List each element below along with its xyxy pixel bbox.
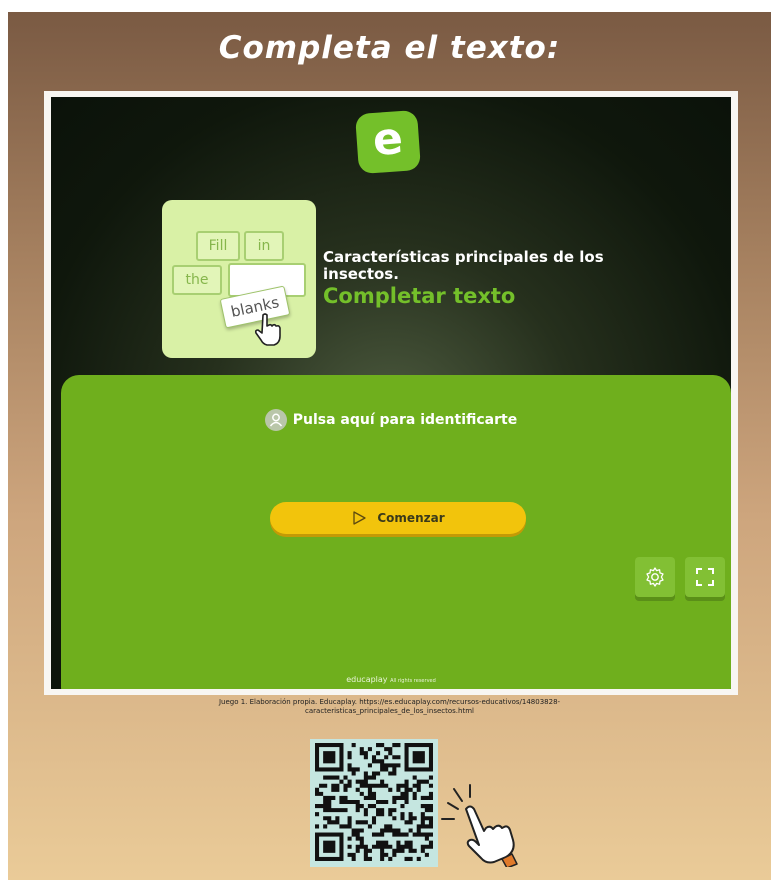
login-label: Pulsa aquí para identificarte	[292, 412, 518, 428]
gear-icon	[646, 567, 664, 587]
caption-line-2: caracteristicas_principales_de_los_insec…	[305, 707, 474, 715]
fullscreen-button[interactable]	[685, 557, 725, 597]
activity-type: Completar texto	[323, 284, 516, 308]
caption-line-1: Juego 1. Elaboración propia. Educaplay. …	[218, 698, 561, 706]
settings-button[interactable]	[635, 557, 675, 597]
pointer-hand-icon	[254, 313, 281, 346]
educaplay-logo: e	[354, 109, 422, 175]
user-icon	[264, 409, 287, 431]
footer-rights: All rights reserved	[390, 678, 436, 684]
activity-heading: Características principales de los insec…	[323, 248, 604, 283]
thumbnail-word-in: in	[244, 231, 284, 261]
tap-hand-icon	[441, 784, 518, 867]
fullscreen-icon	[696, 568, 714, 586]
thumbnail-word-the: the	[172, 265, 222, 295]
page-background: Completa el texto: e Fill in the blanks …	[8, 12, 771, 880]
thumbnail-word-fill: Fill	[196, 231, 240, 261]
footer-brand: educaplay All rights reserved	[51, 675, 731, 684]
footer-brand-name: educaplay	[346, 675, 388, 684]
educaplay-game-embed: e Fill in the blanks Características pri…	[51, 97, 731, 689]
login-link[interactable]: Pulsa aquí para identificarte	[51, 409, 731, 431]
qr-code[interactable]	[310, 739, 438, 867]
start-button-label: Comenzar	[377, 511, 445, 525]
page-title: Completa el texto:	[218, 30, 561, 66]
activity-thumbnail: Fill in the blanks	[162, 200, 316, 358]
source-caption: Juego 1. Elaboración propia. Educaplay. …	[68, 698, 711, 716]
start-button[interactable]: Comenzar	[270, 502, 526, 534]
qr-code-pattern	[315, 743, 433, 861]
play-icon	[353, 511, 367, 525]
